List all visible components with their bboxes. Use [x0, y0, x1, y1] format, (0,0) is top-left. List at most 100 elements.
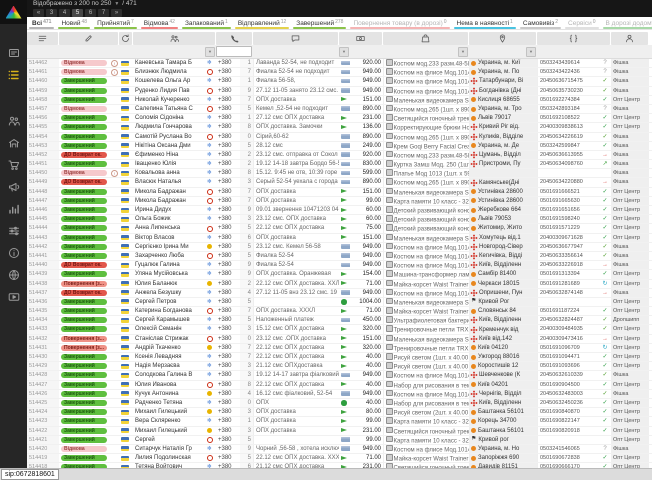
column-header-phone-icon[interactable] [216, 32, 252, 45]
order-row[interactable]: 514449ДО Возврат ок.Власюк Наталья✻+3803… [27, 178, 652, 187]
tracking-number[interactable]: 0501691665630 [537, 197, 599, 205]
tracking-number[interactable]: 20450636677947 [537, 243, 599, 251]
clients-icon[interactable] [0, 110, 27, 132]
order-row[interactable]: 514431Повернення (з...Андрій Ткаченко+38… [27, 344, 652, 353]
order-row[interactable]: 514445ЗавершенийОльга Божик✻+380323.12 с… [27, 215, 652, 224]
client-phone[interactable]: +380 [216, 252, 240, 260]
tracking-number[interactable]: 0503241546065 [537, 445, 599, 453]
client-phone[interactable]: +380 [216, 96, 240, 104]
tracking-number[interactable]: 0501691187224 [537, 307, 599, 315]
globe-icon[interactable] [0, 264, 27, 286]
order-row[interactable]: 514448ЗавершенийМикола Бадражан+3807ОПХ … [27, 188, 652, 197]
order-row[interactable]: 514450Відмова!Ковальова анна✻+380815.12.… [27, 169, 652, 178]
client-phone[interactable]: +380 [216, 436, 240, 444]
order-row[interactable]: 514447ЗавершенийМикола Бадражан+3807ОПХ … [27, 197, 652, 206]
client-phone[interactable]: +380 [216, 454, 240, 462]
order-row[interactable]: 514454ЗавершенийСамотій Руслана Во+3800С… [27, 133, 652, 142]
column-header-bag-icon[interactable] [383, 32, 468, 45]
order-row[interactable]: 514434ЗавершенийСергей Карамышев✻+3805На… [27, 316, 652, 325]
tracking-number[interactable]: 20450634098760 [537, 160, 599, 168]
client-phone[interactable]: +380 [216, 298, 240, 306]
order-row[interactable]: 514435ЗавершенийКатерина Богданова+3807О… [27, 307, 652, 316]
tab-Прийнятий[interactable]: Прийнятий7 [92, 17, 139, 29]
location-filter-dropdown[interactable]: ▼ [526, 47, 536, 57]
client-phone[interactable]: +380 [216, 133, 240, 141]
column-header-edit-icon[interactable] [59, 32, 118, 45]
page-button-5[interactable]: 5 [72, 9, 83, 17]
order-row[interactable]: 514425ЗавершенийРадченко Тетяна✻+3800ОПХ… [27, 399, 652, 408]
tab-Відправлений[interactable]: Відправлений12 [233, 17, 291, 29]
client-phone[interactable]: +380 [216, 445, 240, 453]
order-row[interactable]: 514439ЗавершенийУляна Мусійовська✻+3809О… [27, 270, 652, 279]
page-button-3[interactable]: 3 [46, 9, 57, 17]
client-phone[interactable]: +380 [216, 381, 240, 389]
client-phone[interactable]: +380 [216, 362, 240, 370]
pay-filter-dropdown[interactable]: ▼ [339, 47, 349, 57]
client-phone[interactable]: +380 [216, 289, 240, 297]
tab-Відмова[interactable]: Відмова42 [139, 17, 180, 29]
page-size-caret-icon[interactable]: ▼ [114, 0, 119, 8]
announce-icon[interactable] [0, 176, 27, 198]
cart-icon[interactable] [0, 154, 27, 176]
client-phone[interactable]: +380 [216, 270, 240, 278]
order-row[interactable]: 514436ЗавершенийСергей Петров✻+38051004.… [27, 298, 652, 307]
order-row[interactable]: 514446ЗавершенийИрина Дидух✻+380909.01 з… [27, 206, 652, 215]
client-phone[interactable]: +380 [216, 206, 240, 214]
client-phone[interactable]: +380 [216, 261, 240, 269]
tracking-number[interactable]: 20400309671628 [537, 234, 599, 242]
tracking-number[interactable]: 20400309838613 [537, 123, 599, 131]
client-phone[interactable]: +380 [216, 178, 240, 186]
tracking-number[interactable]: 0501690904500 [537, 381, 599, 389]
tracking-number[interactable]: 0501691094471 [537, 353, 599, 361]
order-row[interactable]: 514426ЗавершенийКучук Антонина+380416.12… [27, 390, 652, 399]
client-phone[interactable]: +380 [216, 307, 240, 315]
tracking-number[interactable]: 20450636715475 [537, 77, 599, 85]
tracking-number[interactable]: 20400309473416 [537, 335, 599, 343]
tracking-number[interactable]: 0501691666521 [537, 188, 599, 196]
column-header-refresh-icon[interactable] [119, 32, 132, 45]
order-row[interactable]: 514459ЗавершенийРуденко Лидия Пав+380927… [27, 87, 652, 96]
page-button-7[interactable]: 7 [98, 9, 109, 17]
order-row[interactable]: 514420ВідмоваСитарчук Наталія Гр✻+3809Чо… [27, 445, 652, 454]
order-row[interactable]: 514455ЗавершенийЛюдмила Гончарова✻+3808О… [27, 123, 652, 132]
client-phone[interactable]: +380 [216, 280, 240, 288]
client-phone[interactable]: +380 [216, 77, 240, 85]
tracking-number[interactable]: 0501691096709 [537, 344, 599, 352]
order-row[interactable]: 514421ЗавершенийСергей+380599.00Карта па… [27, 436, 652, 445]
tracking-number[interactable] [537, 436, 599, 444]
client-phone[interactable]: +380 [216, 344, 240, 352]
order-row[interactable]: 514429ЗавершенийНадія Мерзаєва✻+380321.1… [27, 362, 652, 371]
tracking-number[interactable]: 0503243439614 [537, 59, 599, 67]
tracking-number[interactable]: 20450635730230 [537, 87, 599, 95]
order-row[interactable]: 514428ЗавершенийСолодкова Галина В✻+3803… [27, 371, 652, 380]
client-phone[interactable]: +380 [216, 390, 240, 398]
page-button-6[interactable]: 6 [85, 9, 96, 17]
order-row[interactable]: 514460ЗавершенийКошелева Ольга Ар✻+3801Ф… [27, 77, 652, 86]
order-row[interactable]: 514427ЗавершенийЮлия Иванова+380822.12 с… [27, 381, 652, 390]
tracking-number[interactable]: 0501690822147 [537, 417, 599, 425]
column-header-pin-icon[interactable] [469, 32, 536, 45]
order-row[interactable]: 514456ЗавершенийСоломія Сідоніна✻+380127… [27, 114, 652, 123]
order-row[interactable]: 514462Відмова!Каневська Тамара Б✻+3801Ла… [27, 59, 652, 68]
client-phone[interactable]: +380 [216, 188, 240, 196]
tracking-number[interactable]: 20450633356614 [537, 252, 599, 260]
warehouse-icon[interactable] [0, 132, 27, 154]
order-row[interactable]: 514423ЗавершенийВера Скляренко✻+3801ОПХ … [27, 417, 652, 426]
tracking-number[interactable]: 0503243422436 [537, 68, 599, 76]
client-phone[interactable]: +380 [216, 325, 240, 333]
client-phone[interactable]: +380 [216, 151, 240, 159]
tracking-number[interactable]: 0501692108522 [537, 114, 599, 122]
tracking-number[interactable]: 0503242599847 [537, 142, 599, 150]
client-phone[interactable]: +380 [216, 59, 240, 67]
client-phone[interactable]: +380 [216, 123, 240, 131]
tracking-number[interactable]: 20450632610339 [537, 371, 599, 379]
orders-list-icon[interactable] [0, 64, 27, 86]
tracking-number[interactable]: 20450634226619 [537, 133, 599, 141]
order-row[interactable]: 514451ЗавершенийІващенко Юлія✻+380219.12… [27, 160, 652, 169]
tracking-number[interactable]: 0501691281689 [537, 280, 599, 288]
tracking-number[interactable]: 0503242893184 [537, 105, 599, 113]
tab-Завершений[interactable]: Завершений278 [291, 17, 348, 29]
order-row[interactable]: 514441ЗавершенийЗахарченко Люба+3805Фиал… [27, 252, 652, 261]
order-row[interactable]: 514430ЗавершенийКсенія Левадняя✻+380722.… [27, 353, 652, 362]
client-phone[interactable]: +380 [216, 160, 240, 168]
